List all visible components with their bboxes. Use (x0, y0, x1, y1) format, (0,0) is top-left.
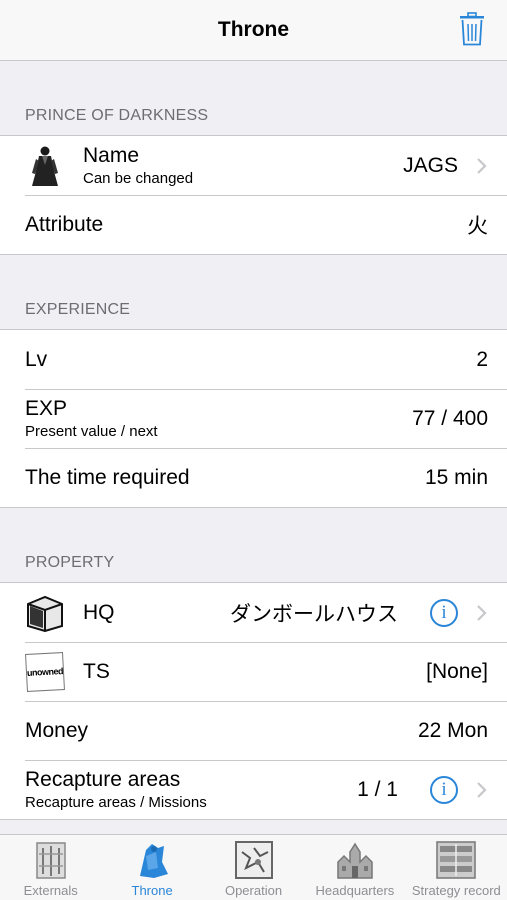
hq-thumbnail (25, 592, 65, 634)
exp-label: EXP (25, 397, 68, 420)
hq-row[interactable]: HQ ダンボールハウス i (0, 583, 507, 642)
externals-icon (29, 839, 73, 881)
nav-bar: Throne (0, 0, 507, 61)
name-row[interactable]: Name Can be changed JAGS (0, 136, 507, 195)
name-label: Name (83, 144, 140, 167)
lv-value: 2 (476, 347, 488, 371)
hq-value: ダンボールハウス (230, 602, 398, 626)
tab-throne[interactable]: Throne (101, 835, 202, 900)
info-icon[interactable]: i (430, 775, 458, 804)
prince-avatar (25, 145, 65, 187)
prince-group: Name Can be changed JAGS Attribute 火 (0, 135, 507, 255)
info-icon[interactable]: i (430, 598, 458, 627)
recapture-label: Recapture areas (25, 768, 181, 791)
tab-bar: Externals Throne Operation Headquarters … (0, 834, 507, 900)
attribute-row: Attribute 火 (0, 195, 507, 254)
attribute-value: 火 (467, 214, 488, 238)
property-group: HQ ダンボールハウス i unowned TS [None] Money 22… (0, 582, 507, 820)
tab-operation[interactable]: Operation (203, 835, 304, 900)
chevron-right-icon (477, 604, 487, 621)
settings-list[interactable]: PRINCE OF DARKNESS Name Can be changed J… (0, 61, 507, 834)
exp-value: 77 / 400 (412, 406, 488, 430)
headquarters-icon (333, 839, 377, 881)
ts-row: unowned TS [None] (0, 642, 507, 701)
ts-value: [None] (426, 659, 488, 683)
attribute-label: Attribute (25, 212, 104, 236)
recapture-subtitle: Recapture areas / Missions (25, 794, 207, 811)
tab-headquarters[interactable]: Headquarters (304, 835, 405, 900)
money-label: Money (25, 718, 89, 742)
time-required-value: 15 min (424, 465, 488, 489)
ts-label: TS (83, 659, 110, 683)
page-title: Throne (217, 18, 290, 41)
hq-label: HQ (83, 600, 115, 624)
section-header-property: PROPERTY (25, 554, 115, 571)
lv-label: Lv (25, 347, 48, 371)
exp-row: EXP Present value / next 77 / 400 (0, 389, 507, 448)
strategy-record-icon (434, 839, 478, 881)
time-required-row: The time required 15 min (0, 448, 507, 507)
name-value: JAGS (403, 153, 458, 177)
tab-externals[interactable]: Externals (0, 835, 101, 900)
trash-icon[interactable] (459, 12, 485, 46)
operation-icon (232, 839, 276, 881)
tab-strategy-record[interactable]: Strategy record (406, 835, 507, 900)
section-header-prince: PRINCE OF DARKNESS (25, 107, 209, 124)
recapture-value: 1 / 1 (357, 777, 398, 801)
ts-thumbnail: unowned (25, 651, 65, 693)
chevron-right-icon (477, 157, 487, 174)
money-value: 22 Mon (417, 718, 488, 742)
chevron-right-icon (477, 781, 487, 798)
experience-group: Lv 2 EXP Present value / next 77 / 400 T… (0, 329, 507, 508)
name-subtitle: Can be changed (83, 170, 194, 187)
throne-icon (130, 839, 174, 881)
section-header-experience: EXPERIENCE (25, 301, 131, 318)
recapture-row[interactable]: Recapture areas Recapture areas / Missio… (0, 760, 507, 819)
lv-row: Lv 2 (0, 330, 507, 389)
time-required-label: The time required (25, 465, 190, 489)
exp-subtitle: Present value / next (25, 423, 158, 440)
money-row: Money 22 Mon (0, 701, 507, 760)
